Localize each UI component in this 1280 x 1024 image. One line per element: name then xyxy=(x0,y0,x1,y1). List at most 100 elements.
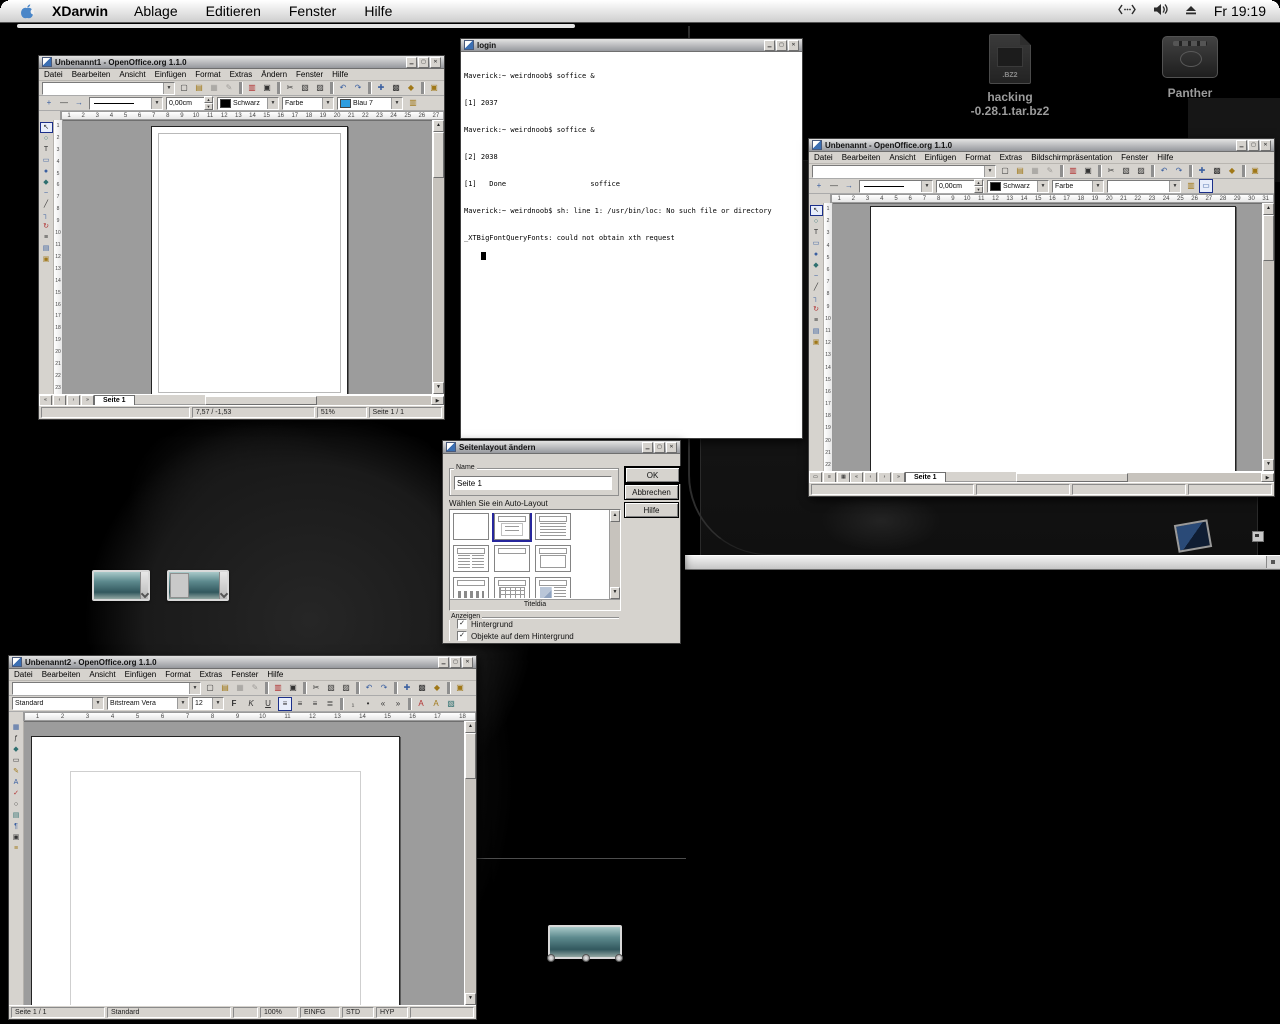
maximize-button[interactable]: ▢ xyxy=(1248,140,1259,151)
nonprinting-chars-tool[interactable]: ¶ xyxy=(11,822,22,832)
separator[interactable] xyxy=(239,82,242,94)
teal-widget-2[interactable] xyxy=(167,570,229,601)
new-document-icon[interactable]: ▢ xyxy=(203,681,217,695)
spellcheck-tool[interactable]: ✓ xyxy=(11,789,22,799)
menu-item[interactable]: Einfügen xyxy=(125,670,157,679)
layout-title-content[interactable] xyxy=(535,513,571,540)
gallery-icon[interactable]: ◆ xyxy=(1225,164,1239,178)
arrowheads-icon[interactable]: → xyxy=(72,96,86,110)
scrollbar-track[interactable] xyxy=(610,522,620,587)
chevron-down-icon[interactable]: ▼ xyxy=(984,166,995,177)
menu-item[interactable]: Fenster xyxy=(1121,153,1148,162)
menu-item[interactable]: Bildschirmpräsentation xyxy=(1031,153,1112,162)
camera-icon[interactable]: ▣ xyxy=(1248,164,1262,178)
navigator-icon[interactable]: ✚ xyxy=(1195,164,1209,178)
menu-item[interactable]: Bearbeiten xyxy=(842,153,881,162)
chevron-down-icon[interactable]: ▼ xyxy=(92,698,103,709)
cut-icon[interactable]: ✂ xyxy=(1104,164,1118,178)
select-tool[interactable]: ↖ xyxy=(40,122,53,133)
ellipse-tool[interactable]: ● xyxy=(811,250,822,260)
scrollbar-end-box[interactable] xyxy=(1266,556,1280,568)
rectangle-tool[interactable]: ▭ xyxy=(41,156,52,166)
menu-item[interactable]: Extras xyxy=(200,670,223,679)
objects-on-background-checkbox-row[interactable]: ✓ Objekte auf dem Hintergrund xyxy=(457,631,574,641)
minimize-button[interactable]: ▁ xyxy=(1236,140,1247,151)
scrollbar-thumb[interactable] xyxy=(1263,215,1274,261)
layout-title-two-content[interactable] xyxy=(453,545,489,572)
desktop-tiny-icon[interactable] xyxy=(1252,531,1264,542)
scrollbar-thumb[interactable] xyxy=(465,733,476,779)
widget-knob[interactable] xyxy=(582,954,590,962)
draw-functions-tool[interactable]: ✎ xyxy=(11,767,22,777)
background-window-scrollbar-fragment[interactable] xyxy=(685,555,1280,570)
separator[interactable] xyxy=(1098,165,1101,177)
close-button[interactable]: ✕ xyxy=(788,40,799,51)
teal-widget-arrow[interactable] xyxy=(219,572,227,599)
align-center-icon[interactable]: ≡ xyxy=(293,697,307,711)
desktop-icon-bz2-archive[interactable]: .BZ2 hacking -0.28.1.tar.bz2 xyxy=(930,34,1090,118)
menu-item[interactable]: Hilfe xyxy=(267,670,283,679)
menu-item[interactable]: Ansicht xyxy=(119,70,145,79)
numbering-icon[interactable]: ₁ xyxy=(346,697,360,711)
mac-menu-item[interactable]: Ablage xyxy=(134,3,178,19)
next-page-button[interactable]: › xyxy=(67,395,80,406)
navigator-icon[interactable]: ✚ xyxy=(374,81,388,95)
separator[interactable] xyxy=(1189,165,1192,177)
previous-page-button[interactable]: ‹ xyxy=(864,472,877,483)
minimize-button[interactable]: ▁ xyxy=(406,57,417,68)
new-document-icon[interactable]: ▢ xyxy=(998,164,1012,178)
layout-title-table[interactable] xyxy=(494,577,530,598)
export-pdf-icon[interactable]: ▥ xyxy=(245,81,259,95)
menu-item[interactable]: Datei xyxy=(44,70,63,79)
ok-button[interactable]: OK xyxy=(624,466,681,484)
find-tool[interactable]: ○ xyxy=(11,800,22,810)
next-page-button[interactable]: › xyxy=(878,472,891,483)
view-slide-button[interactable]: ▦ xyxy=(837,472,850,483)
chevron-down-icon[interactable]: ▼ xyxy=(1092,181,1103,192)
separator[interactable] xyxy=(277,82,280,94)
cut-icon[interactable]: ✂ xyxy=(309,681,323,695)
arrange-tool[interactable]: ▤ xyxy=(811,327,822,337)
layout-clipart-text[interactable] xyxy=(535,577,571,598)
stylist-icon[interactable]: ▩ xyxy=(389,81,403,95)
menu-item[interactable]: Ansicht xyxy=(889,153,915,162)
dialog-titlebar[interactable]: Seitenlayout ändern ▁▢✕ xyxy=(443,441,680,454)
spin-down-icon[interactable]: ▼ xyxy=(974,186,983,193)
cut-icon[interactable]: ✂ xyxy=(283,81,297,95)
fill-color-combo[interactable]: Blau 7▼ xyxy=(337,97,403,110)
connector-tool[interactable]: ┐ xyxy=(811,294,822,304)
scrollbar-thumb[interactable] xyxy=(433,132,444,178)
first-page-button[interactable]: « xyxy=(850,472,863,483)
minimize-button[interactable]: ▁ xyxy=(438,657,449,668)
copy-icon[interactable]: ▧ xyxy=(1119,164,1133,178)
last-page-button[interactable]: » xyxy=(81,395,94,406)
separator[interactable] xyxy=(356,682,359,694)
undo-icon[interactable]: ↶ xyxy=(1157,164,1171,178)
desktop-photo-icon[interactable] xyxy=(1174,519,1212,552)
close-button[interactable]: ✕ xyxy=(666,442,677,453)
menu-item[interactable]: Einfügen xyxy=(155,70,187,79)
online-layout-tool[interactable]: ≡ xyxy=(11,844,22,854)
background-checkbox-row[interactable]: ✓ Hintergrund xyxy=(457,619,513,629)
line-icon[interactable]: — xyxy=(827,179,841,193)
paragraph-style-combo[interactable]: Standard▼ xyxy=(12,697,104,710)
chevron-down-icon[interactable]: ▼ xyxy=(189,683,200,694)
eject-icon[interactable] xyxy=(1184,3,1198,19)
insert-tool[interactable]: ▣ xyxy=(811,338,822,348)
cancel-button[interactable]: Abbrechen xyxy=(624,484,679,500)
separator[interactable] xyxy=(330,82,333,94)
separator[interactable] xyxy=(340,698,343,710)
layout-title-subtitle[interactable] xyxy=(494,513,530,540)
draw-page[interactable] xyxy=(151,126,348,394)
last-page-button[interactable]: » xyxy=(892,472,905,483)
menu-item[interactable]: Ansicht xyxy=(89,670,115,679)
maximize-button[interactable]: ▢ xyxy=(418,57,429,68)
layout-title-frame[interactable] xyxy=(535,545,571,572)
layout-blank[interactable] xyxy=(453,513,489,540)
fill-style-combo[interactable]: Farbe▼ xyxy=(1052,180,1104,193)
increase-indent-icon[interactable]: » xyxy=(391,697,405,711)
fill-style-combo[interactable]: Farbe▼ xyxy=(282,97,334,110)
active-app-name[interactable]: XDarwin xyxy=(52,3,108,19)
line-tool[interactable]: ╱ xyxy=(41,200,52,210)
apple-menu-icon[interactable] xyxy=(20,3,34,19)
